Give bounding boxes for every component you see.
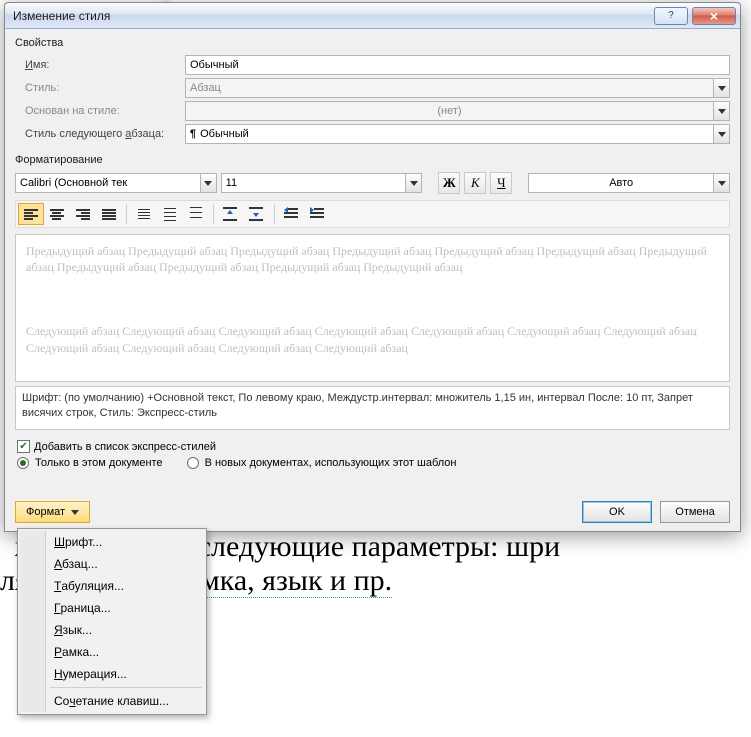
chevron-down-icon	[713, 79, 729, 97]
modify-style-dialog: Изменение стиля ? × Свойства Имя: Стиль:…	[4, 2, 741, 532]
based-on-combo: (нет)	[185, 101, 730, 121]
chevron-down-icon	[713, 174, 729, 192]
space-before-inc-button[interactable]	[218, 203, 244, 225]
font-size-combo[interactable]: 11	[221, 173, 423, 193]
space-before-dec-button[interactable]	[244, 203, 270, 225]
chevron-down-icon	[71, 510, 79, 515]
bold-button[interactable]: Ж	[438, 172, 460, 194]
menu-item-language[interactable]: Язык...	[20, 619, 204, 641]
font-family-combo[interactable]: Calibri (Основной тек	[15, 173, 217, 193]
menu-item-frame[interactable]: Рамка...	[20, 641, 204, 663]
titlebar: Изменение стиля ? ×	[5, 3, 740, 29]
help-icon: ?	[668, 10, 674, 21]
name-input[interactable]	[185, 55, 730, 75]
menu-item-numbering[interactable]: Нумерация...	[20, 663, 204, 685]
separator	[274, 204, 275, 224]
only-this-document-radio[interactable]	[17, 457, 29, 469]
new-documents-label: В новых документах, использующих этот ша…	[205, 457, 457, 469]
based-on-label: Основан на стиле:	[15, 105, 185, 117]
help-button[interactable]: ?	[654, 7, 688, 25]
preview-next-text: Следующий абзац Следующий абзац Следующи…	[26, 323, 719, 355]
line-spacing-15-button[interactable]	[157, 203, 183, 225]
chevron-down-icon	[405, 174, 421, 192]
align-justify-button[interactable]	[96, 203, 122, 225]
menu-separator	[50, 687, 202, 688]
style-type-combo: Абзац	[185, 78, 730, 98]
style-description: Шрифт: (по умолчанию) +Основной текст, П…	[15, 386, 730, 430]
format-dropdown-menu: Шрифт... Абзац... Табуляция... Граница..…	[17, 528, 207, 715]
menu-item-border[interactable]: Граница...	[20, 597, 204, 619]
add-to-quick-styles-checkbox[interactable]: ✔	[17, 440, 30, 453]
cancel-button[interactable]: Отмена	[660, 501, 730, 523]
formatting-group-label: Форматирование	[15, 154, 730, 166]
format-dropdown-button[interactable]: Формат	[15, 501, 90, 523]
chevron-down-icon	[713, 125, 729, 143]
separator	[126, 204, 127, 224]
name-label: Имя:	[15, 59, 185, 71]
align-right-button[interactable]	[70, 203, 96, 225]
dialog-title: Изменение стиля	[5, 9, 654, 23]
chevron-down-icon	[713, 102, 729, 120]
separator	[213, 204, 214, 224]
chevron-down-icon	[200, 174, 216, 192]
preview-prev-text: Предыдущий абзац Предыдущий абзац Предыд…	[26, 243, 719, 275]
style-type-label: Стиль:	[15, 82, 185, 94]
menu-item-tabs[interactable]: Табуляция...	[20, 575, 204, 597]
new-documents-radio[interactable]	[187, 457, 199, 469]
font-color-combo[interactable]: Авто	[528, 173, 730, 193]
menu-item-paragraph[interactable]: Абзац...	[20, 553, 204, 575]
next-style-label: Стиль следующего абзаца:	[15, 128, 185, 140]
menu-item-shortcut[interactable]: Сочетание клавиш...	[20, 690, 204, 712]
line-spacing-10-button[interactable]	[131, 203, 157, 225]
align-left-button[interactable]	[18, 203, 44, 225]
close-button[interactable]: ×	[692, 7, 736, 25]
preview-panel: Предыдущий абзац Предыдущий абзац Предыд…	[15, 234, 730, 382]
ok-button[interactable]: OK	[582, 501, 652, 523]
add-to-quick-styles-label: Добавить в список экспресс-стилей	[34, 441, 216, 453]
next-style-combo[interactable]: ¶Обычный	[185, 124, 730, 144]
increase-indent-button[interactable]	[305, 203, 331, 225]
properties-group-label: Свойства	[15, 37, 730, 49]
underline-button[interactable]: Ч	[490, 172, 512, 194]
align-center-button[interactable]	[44, 203, 70, 225]
line-spacing-20-button[interactable]	[183, 203, 209, 225]
paragraph-toolbar	[15, 200, 730, 228]
italic-button[interactable]: К	[464, 172, 486, 194]
decrease-indent-button[interactable]	[279, 203, 305, 225]
only-this-document-label: Только в этом документе	[35, 457, 163, 469]
menu-item-font[interactable]: Шрифт...	[20, 531, 204, 553]
close-icon: ×	[710, 8, 718, 24]
